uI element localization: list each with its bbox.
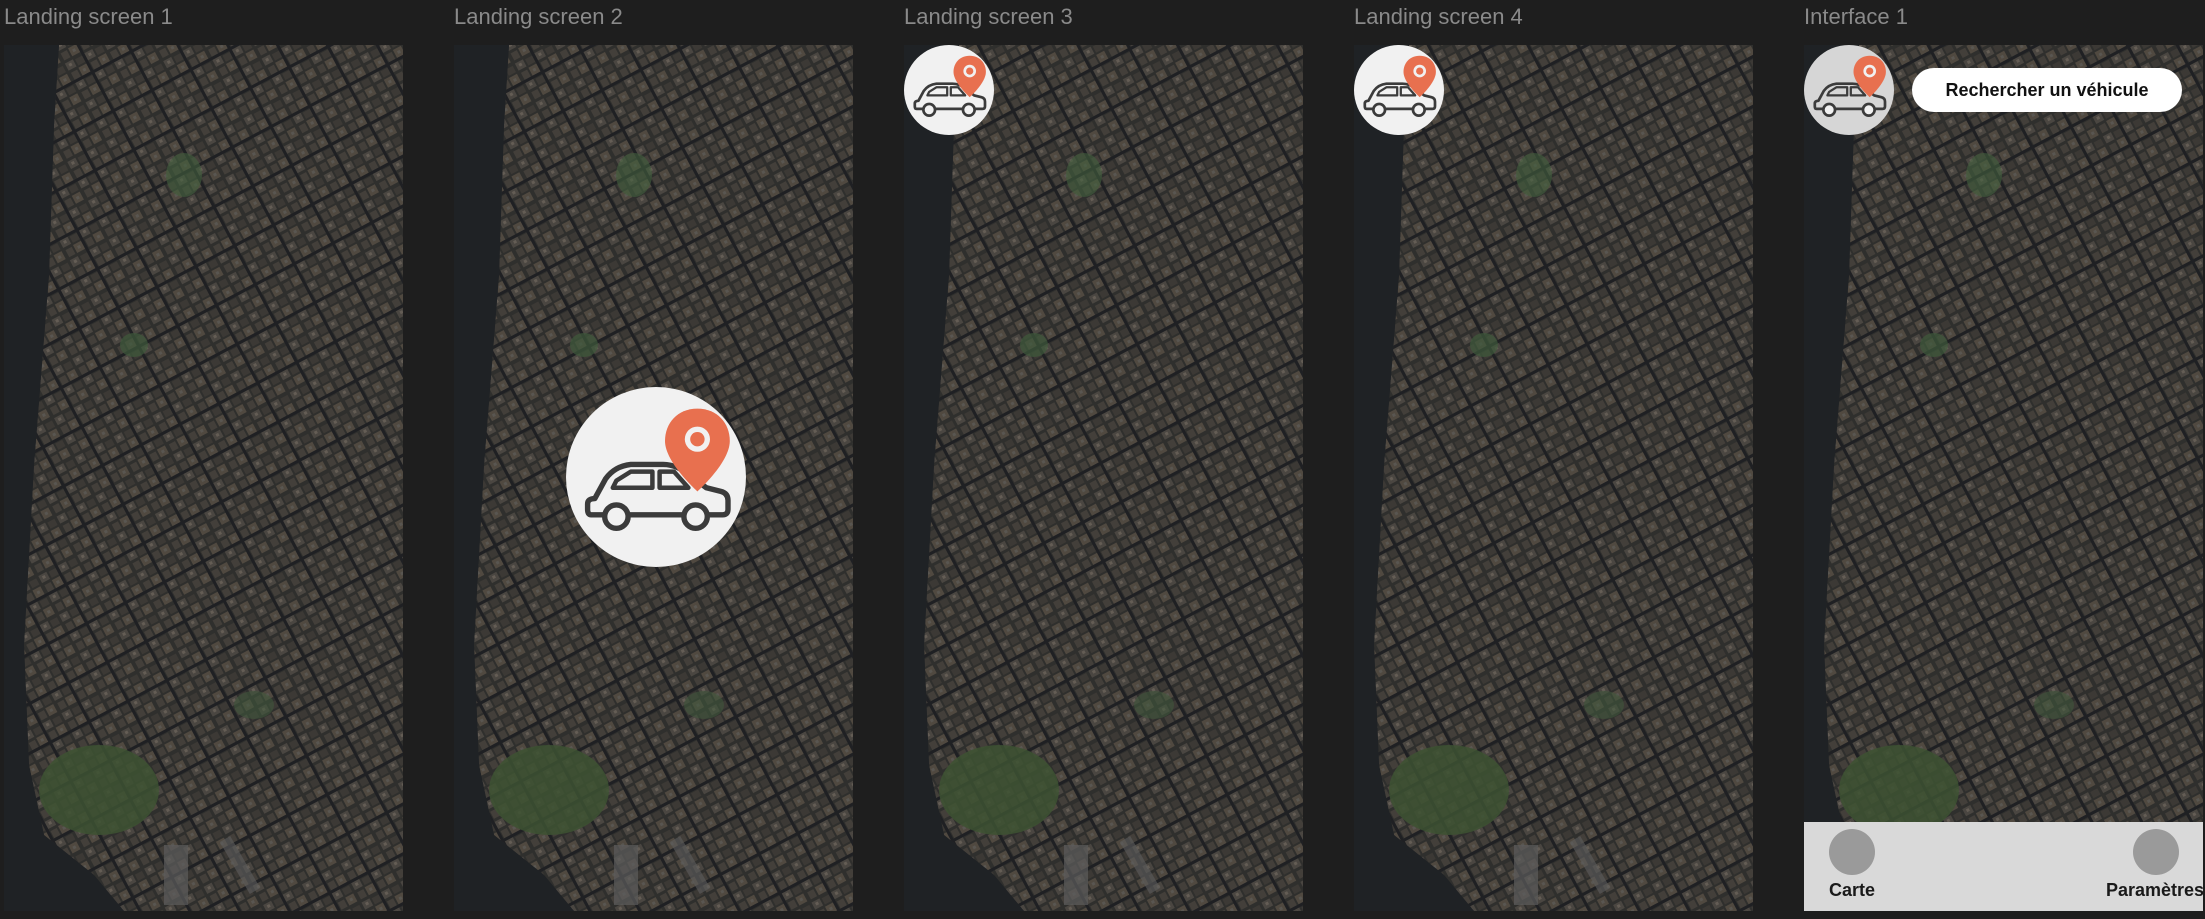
aerial-map-image xyxy=(904,45,1303,911)
aerial-map-image xyxy=(1354,45,1753,911)
car-location-icon xyxy=(566,387,746,567)
frame-label-landing-3[interactable]: Landing screen 3 xyxy=(904,4,1073,30)
search-vehicle-button[interactable]: Rechercher un véhicule xyxy=(1912,68,2182,112)
car-location-icon[interactable] xyxy=(1804,45,1894,135)
settings-icon xyxy=(2133,829,2179,875)
frame-label-landing-2[interactable]: Landing screen 2 xyxy=(454,4,623,30)
map-icon xyxy=(1829,829,1875,875)
design-canvas: Landing screen 1 Landing screen 2 Landin… xyxy=(0,0,2205,919)
nav-item-map[interactable]: Carte xyxy=(1804,822,1912,911)
frame-label-landing-4[interactable]: Landing screen 4 xyxy=(1354,4,1523,30)
frame-landing-1[interactable] xyxy=(4,45,403,911)
car-location-icon xyxy=(1354,45,1444,135)
frame-interface-1[interactable]: Rechercher un véhicule Carte Paramètres xyxy=(1804,45,2203,911)
frame-landing-2[interactable] xyxy=(454,45,853,911)
frame-landing-3[interactable] xyxy=(904,45,1303,911)
nav-label-map: Carte xyxy=(1828,880,1876,900)
nav-item-settings[interactable]: Paramètres xyxy=(2095,822,2203,911)
bottom-nav-bar: Carte Paramètres xyxy=(1804,822,2203,911)
frame-label-landing-1[interactable]: Landing screen 1 xyxy=(4,4,173,30)
aerial-map-image xyxy=(4,45,403,911)
nav-label-settings: Paramètres xyxy=(2105,880,2203,900)
car-location-icon xyxy=(904,45,994,135)
frame-label-interface-1[interactable]: Interface 1 xyxy=(1804,4,1908,30)
frame-landing-4[interactable] xyxy=(1354,45,1753,911)
aerial-map-image[interactable] xyxy=(1804,45,2203,911)
